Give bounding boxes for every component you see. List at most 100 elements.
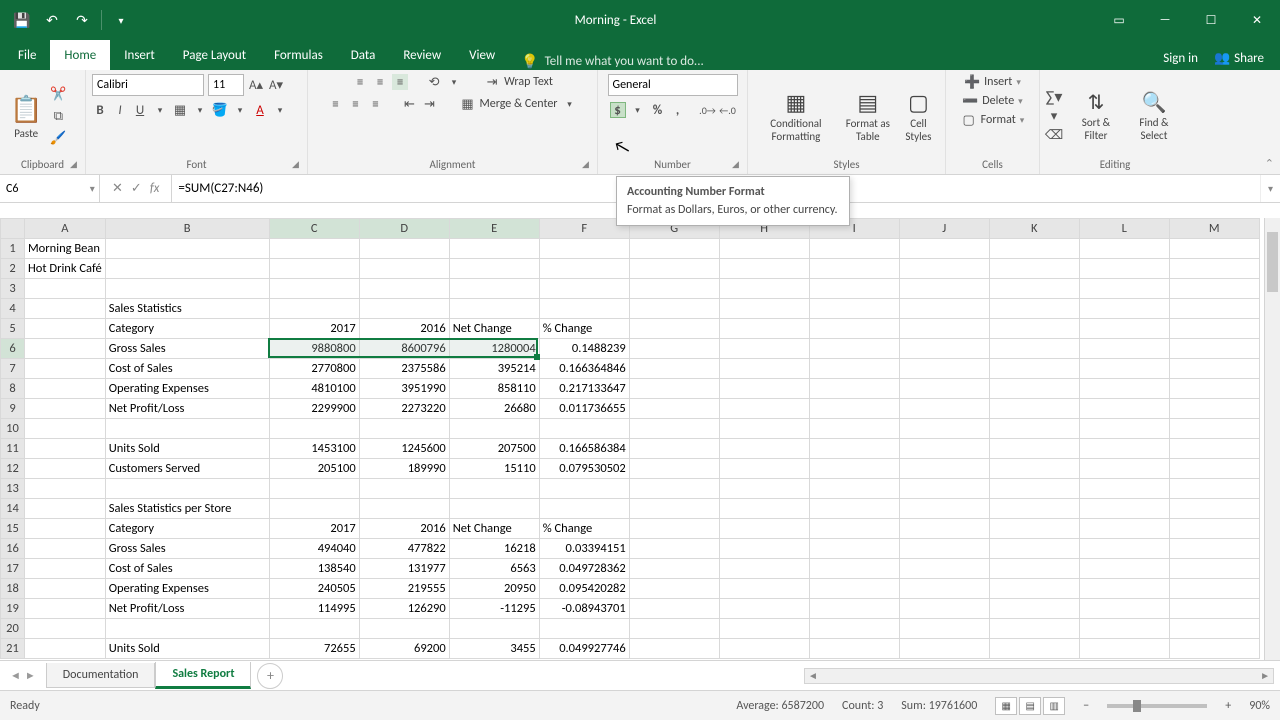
- row-header-3[interactable]: 3: [1, 279, 25, 299]
- conditional-formatting-button[interactable]: ▦ Conditional Formatting: [754, 87, 838, 144]
- cell-J7[interactable]: [899, 359, 989, 379]
- row-header-19[interactable]: 19: [1, 599, 25, 619]
- align-middle-icon[interactable]: ≡: [372, 74, 388, 90]
- cell-B3[interactable]: [105, 279, 269, 299]
- scrollbar-thumb[interactable]: [1267, 232, 1278, 292]
- cell-G21[interactable]: [629, 639, 719, 659]
- tab-insert[interactable]: Insert: [110, 40, 169, 70]
- cell-D14[interactable]: [359, 499, 449, 519]
- comma-style-icon[interactable]: ,: [670, 102, 686, 118]
- row-header-4[interactable]: 4: [1, 299, 25, 319]
- fill-color-icon[interactable]: 🪣: [212, 102, 228, 118]
- cell-H12[interactable]: [719, 459, 809, 479]
- cell-H21[interactable]: [719, 639, 809, 659]
- cell-A5[interactable]: [25, 319, 106, 339]
- cell-H6[interactable]: [719, 339, 809, 359]
- cell-G14[interactable]: [629, 499, 719, 519]
- row-header-12[interactable]: 12: [1, 459, 25, 479]
- tab-formulas[interactable]: Formulas: [260, 40, 337, 70]
- format-cells-button[interactable]: ▢Format▾: [961, 112, 1025, 128]
- tab-page-layout[interactable]: Page Layout: [169, 40, 260, 70]
- cell-E12[interactable]: 15110: [449, 459, 539, 479]
- cell-J10[interactable]: [899, 419, 989, 439]
- cell-E4[interactable]: [449, 299, 539, 319]
- cell-K3[interactable]: [989, 279, 1079, 299]
- format-as-table-button[interactable]: ▤ Format as Table: [838, 87, 898, 144]
- cell-M1[interactable]: [1169, 239, 1259, 259]
- sheet-nav-next-icon[interactable]: ►: [25, 669, 36, 682]
- cell-B16[interactable]: Gross Sales: [105, 539, 269, 559]
- cell-M2[interactable]: [1169, 259, 1259, 279]
- cell-C9[interactable]: 2299900: [269, 399, 359, 419]
- cell-F20[interactable]: [539, 619, 629, 639]
- cell-B4[interactable]: Sales Statistics: [105, 299, 269, 319]
- row-header-16[interactable]: 16: [1, 539, 25, 559]
- cell-L5[interactable]: [1079, 319, 1169, 339]
- cell-M21[interactable]: [1169, 639, 1259, 659]
- cell-A14[interactable]: [25, 499, 106, 519]
- row-header-7[interactable]: 7: [1, 359, 25, 379]
- decrease-font-icon[interactable]: A▾: [268, 77, 284, 93]
- bold-icon[interactable]: B: [92, 102, 108, 118]
- cell-M6[interactable]: [1169, 339, 1259, 359]
- cell-M16[interactable]: [1169, 539, 1259, 559]
- sign-in-link[interactable]: Sign in: [1163, 51, 1198, 66]
- cell-B10[interactable]: [105, 419, 269, 439]
- cell-J18[interactable]: [899, 579, 989, 599]
- insert-cells-button[interactable]: ➕Insert▾: [964, 74, 1021, 90]
- cell-A4[interactable]: [25, 299, 106, 319]
- cell-A8[interactable]: [25, 379, 106, 399]
- redo-icon[interactable]: ↷: [68, 6, 96, 34]
- cell-E8[interactable]: 858110: [449, 379, 539, 399]
- cell-K7[interactable]: [989, 359, 1079, 379]
- cell-H4[interactable]: [719, 299, 809, 319]
- column-header-K[interactable]: K: [989, 219, 1079, 239]
- cell-J1[interactable]: [899, 239, 989, 259]
- cell-L16[interactable]: [1079, 539, 1169, 559]
- cell-J6[interactable]: [899, 339, 989, 359]
- column-header-C[interactable]: C: [269, 219, 359, 239]
- cell-D7[interactable]: 2375586: [359, 359, 449, 379]
- cell-A13[interactable]: [25, 479, 106, 499]
- font-name-combo[interactable]: [92, 74, 204, 96]
- cell-E3[interactable]: [449, 279, 539, 299]
- row-header-13[interactable]: 13: [1, 479, 25, 499]
- alignment-launcher-icon[interactable]: ◢: [582, 159, 594, 171]
- cell-C7[interactable]: 2770800: [269, 359, 359, 379]
- cell-F4[interactable]: [539, 299, 629, 319]
- name-box-input[interactable]: [0, 182, 85, 196]
- column-header-E[interactable]: E: [449, 219, 539, 239]
- undo-icon[interactable]: ↶: [38, 6, 66, 34]
- cell-C2[interactable]: [269, 259, 359, 279]
- enter-formula-icon[interactable]: ✓: [131, 181, 142, 196]
- cell-M8[interactable]: [1169, 379, 1259, 399]
- cell-F15[interactable]: % Change: [539, 519, 629, 539]
- cell-K1[interactable]: [989, 239, 1079, 259]
- cell-J21[interactable]: [899, 639, 989, 659]
- font-color-dropdown-icon[interactable]: ▾: [272, 102, 288, 118]
- cell-K14[interactable]: [989, 499, 1079, 519]
- cell-L21[interactable]: [1079, 639, 1169, 659]
- cell-B19[interactable]: Net Profit/Loss: [105, 599, 269, 619]
- close-icon[interactable]: ✕: [1234, 0, 1280, 40]
- cell-C12[interactable]: 205100: [269, 459, 359, 479]
- tab-data[interactable]: Data: [337, 40, 390, 70]
- row-header-6[interactable]: 6: [1, 339, 25, 359]
- cell-C15[interactable]: 2017: [269, 519, 359, 539]
- cell-L4[interactable]: [1079, 299, 1169, 319]
- fill-dropdown-icon[interactable]: ▾: [232, 102, 248, 118]
- zoom-in-icon[interactable]: +: [1225, 699, 1231, 713]
- tell-me-box[interactable]: 💡 Tell me what you want to do...: [509, 53, 1163, 70]
- cell-J20[interactable]: [899, 619, 989, 639]
- cell-B17[interactable]: Cost of Sales: [105, 559, 269, 579]
- cell-F12[interactable]: 0.079530502: [539, 459, 629, 479]
- accounting-format-button[interactable]: $: [610, 102, 626, 118]
- align-right-icon[interactable]: ≡: [368, 96, 384, 112]
- cell-B9[interactable]: Net Profit/Loss: [105, 399, 269, 419]
- cell-C4[interactable]: [269, 299, 359, 319]
- cell-K17[interactable]: [989, 559, 1079, 579]
- font-launcher-icon[interactable]: ◢: [292, 159, 304, 171]
- wrap-text-button[interactable]: Wrap Text: [504, 75, 553, 89]
- paste-button[interactable]: 📋 Paste: [6, 91, 46, 142]
- cell-B1[interactable]: [105, 239, 269, 259]
